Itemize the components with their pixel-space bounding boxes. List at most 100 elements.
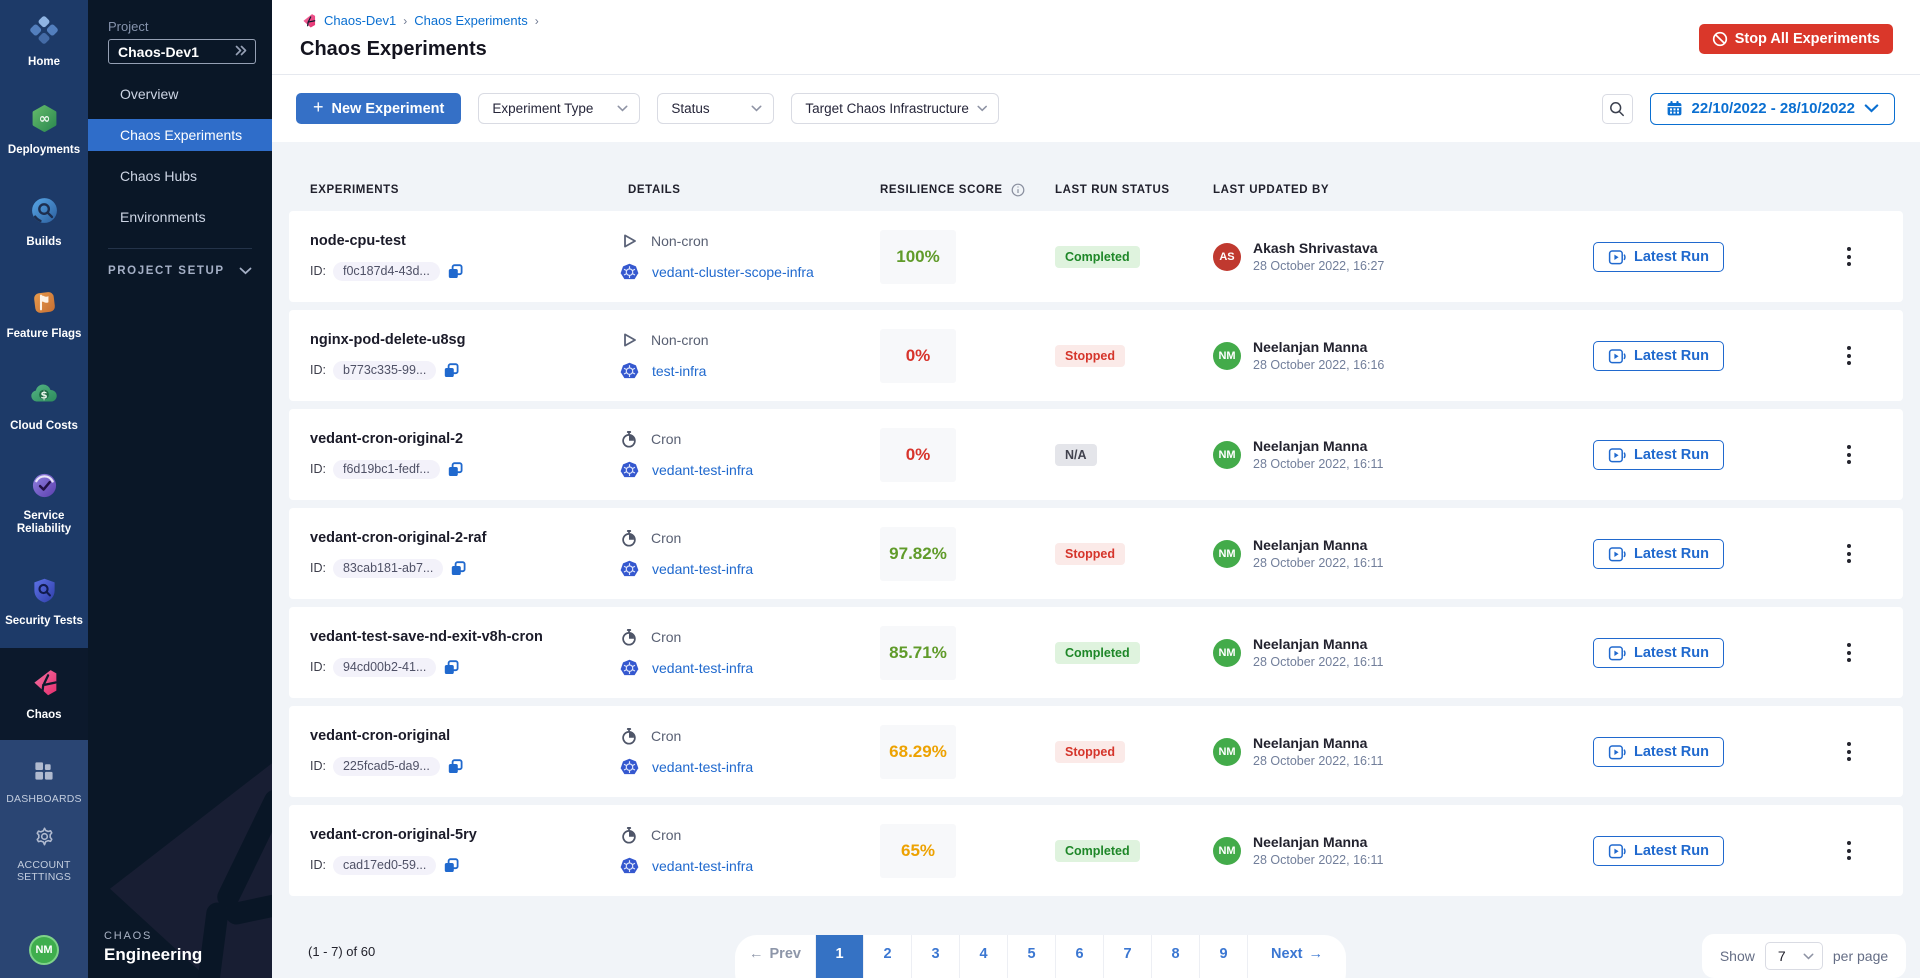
experiment-type: Cron: [651, 530, 681, 546]
chevron-down-icon: [1864, 104, 1879, 113]
project-setup-toggle[interactable]: PROJECT SETUP: [108, 265, 252, 277]
infrastructure-link[interactable]: test-infra: [652, 363, 706, 379]
breadcrumb: Chaos-Dev1 › Chaos Experiments ›: [300, 12, 1893, 29]
updated-by-cell: NM Neelanjan Manna 28 October 2022, 16:1…: [1213, 735, 1593, 768]
row-menu-button[interactable]: [1837, 439, 1861, 471]
sidebar-item-label: Chaos: [23, 709, 64, 722]
latest-run-button[interactable]: Latest Run: [1593, 836, 1724, 866]
sidebar-item-security-tests[interactable]: Security Tests: [0, 556, 88, 648]
sidebar-item-home[interactable]: Home: [0, 0, 88, 84]
pagination-page-2[interactable]: 2: [864, 935, 912, 978]
stop-all-experiments-button[interactable]: Stop All Experiments: [1699, 24, 1893, 54]
pagination-page-7[interactable]: 7: [1104, 935, 1152, 978]
pagination-page-8[interactable]: 8: [1152, 935, 1200, 978]
project-selector[interactable]: Chaos-Dev1: [108, 39, 256, 64]
date-range-picker[interactable]: 22/10/2022 - 28/10/2022: [1650, 93, 1895, 125]
row-menu-button[interactable]: [1837, 340, 1861, 372]
search-button[interactable]: [1602, 94, 1633, 124]
latest-run-label: Latest Run: [1634, 348, 1709, 364]
copy-icon[interactable]: [447, 263, 464, 280]
sidebar-item-chaos[interactable]: Chaos: [0, 648, 88, 740]
filter-label: Status: [671, 101, 709, 116]
sidebar-item-cloud-costs[interactable]: $ Cloud Costs: [0, 360, 88, 452]
latest-run-button[interactable]: Latest Run: [1593, 440, 1724, 470]
pagination-page-9[interactable]: 9: [1200, 935, 1248, 978]
sidebar-item-service-reliability[interactable]: Service Reliability: [0, 452, 88, 556]
latest-run-button[interactable]: Latest Run: [1593, 242, 1724, 272]
latest-run-button[interactable]: Latest Run: [1593, 638, 1724, 668]
updated-date: 28 October 2022, 16:27: [1253, 259, 1384, 273]
breadcrumb-link-project[interactable]: Chaos-Dev1: [324, 13, 396, 28]
table-row[interactable]: vedant-cron-original-2 ID: f6d19bc1-fedf…: [289, 409, 1903, 500]
row-menu-button[interactable]: [1837, 538, 1861, 570]
latest-run-button[interactable]: Latest Run: [1593, 539, 1724, 569]
infrastructure-link[interactable]: vedant-test-infra: [652, 759, 753, 775]
user-avatar[interactable]: NM: [29, 935, 59, 965]
sidebar-item-deployments[interactable]: ∞ Deployments: [0, 84, 88, 176]
chevron-down-icon: [751, 105, 762, 112]
experiment-type: Cron: [651, 728, 681, 744]
sidebar-item-chaos-experiments[interactable]: Chaos Experiments: [88, 119, 272, 151]
table-row[interactable]: nginx-pod-delete-u8sg ID: b773c335-99...…: [289, 310, 1903, 401]
sidebar-item-chaos-hubs[interactable]: Chaos Hubs: [88, 160, 272, 192]
page-size-select[interactable]: 7: [1765, 942, 1823, 970]
pagination-page-3[interactable]: 3: [912, 935, 960, 978]
pagination-page-1[interactable]: 1: [816, 935, 864, 978]
sidebar-item-dashboards[interactable]: DASHBOARDS: [6, 760, 82, 806]
sidebar-item-builds[interactable]: Builds: [0, 176, 88, 268]
status-filter[interactable]: Status: [657, 93, 774, 124]
target-infrastructure-filter[interactable]: Target Chaos Infrastructure: [791, 93, 999, 124]
sidebar-item-label: Home: [25, 56, 63, 69]
actions-cell: Latest Run: [1593, 538, 1903, 570]
breadcrumb-link-experiments[interactable]: Chaos Experiments: [414, 13, 527, 28]
sidebar-item-overview[interactable]: Overview: [88, 78, 272, 110]
infrastructure-link[interactable]: vedant-cluster-scope-infra: [652, 264, 814, 280]
infrastructure-link[interactable]: vedant-test-infra: [652, 660, 753, 676]
copy-icon[interactable]: [443, 857, 460, 874]
table-row[interactable]: vedant-cron-original-2-raf ID: 83cab181-…: [289, 508, 1903, 599]
infrastructure-link[interactable]: vedant-test-infra: [652, 561, 753, 577]
row-menu-button[interactable]: [1837, 637, 1861, 669]
details-cell: Cron vedant-test-infra: [620, 628, 880, 678]
pagination-next[interactable]: Next→: [1248, 935, 1346, 978]
sidebar-item-environments[interactable]: Environments: [88, 201, 272, 233]
id-label: ID:: [310, 462, 326, 476]
project-nav: Overview Chaos Experiments Chaos Hubs En…: [88, 78, 272, 233]
new-experiment-button[interactable]: + New Experiment: [296, 93, 461, 124]
avatar: NM: [1213, 540, 1241, 568]
table-row[interactable]: vedant-cron-original-5ry ID: cad17ed0-59…: [289, 805, 1903, 896]
copy-icon[interactable]: [447, 758, 464, 775]
table-row[interactable]: vedant-cron-original ID: 225fcad5-da9...…: [289, 706, 1903, 797]
pagination-page-6[interactable]: 6: [1056, 935, 1104, 978]
sidebar-item-feature-flags[interactable]: Feature Flags: [0, 268, 88, 360]
score-cell: 0%: [880, 329, 1055, 383]
copy-icon[interactable]: [443, 362, 460, 379]
avatar: NM: [1213, 837, 1241, 865]
copy-icon[interactable]: [443, 659, 460, 676]
row-menu-button[interactable]: [1837, 241, 1861, 273]
builds-icon: [30, 196, 59, 230]
pagination-prev[interactable]: ←Prev: [735, 935, 816, 978]
column-resilience-score: RESILIENCE SCORE: [880, 183, 1055, 197]
row-menu-button[interactable]: [1837, 736, 1861, 768]
status-badge: Stopped: [1055, 741, 1125, 763]
table-row[interactable]: vedant-test-save-nd-exit-v8h-cron ID: 94…: [289, 607, 1903, 698]
resilience-score: 0%: [880, 329, 956, 383]
sidebar-item-account-settings[interactable]: ACCOUNT SETTINGS: [12, 826, 76, 884]
row-menu-button[interactable]: [1837, 835, 1861, 867]
avatar: NM: [1213, 441, 1241, 469]
infrastructure-link[interactable]: vedant-test-infra: [652, 858, 753, 874]
latest-run-button[interactable]: Latest Run: [1593, 341, 1724, 371]
kubernetes-icon: [620, 263, 639, 282]
experiment-type-filter[interactable]: Experiment Type: [478, 93, 640, 124]
infrastructure-link[interactable]: vedant-test-infra: [652, 462, 753, 478]
latest-run-button[interactable]: Latest Run: [1593, 737, 1724, 767]
non-cron-icon: [620, 232, 638, 250]
copy-icon[interactable]: [447, 461, 464, 478]
info-icon[interactable]: [1011, 183, 1025, 197]
copy-icon[interactable]: [450, 560, 467, 577]
pagination-page-5[interactable]: 5: [1008, 935, 1056, 978]
table-row[interactable]: node-cpu-test ID: f0c187d4-43d... Non-cr…: [289, 211, 1903, 302]
sidebar-item-label: DASHBOARDS: [6, 793, 82, 806]
pagination-page-4[interactable]: 4: [960, 935, 1008, 978]
